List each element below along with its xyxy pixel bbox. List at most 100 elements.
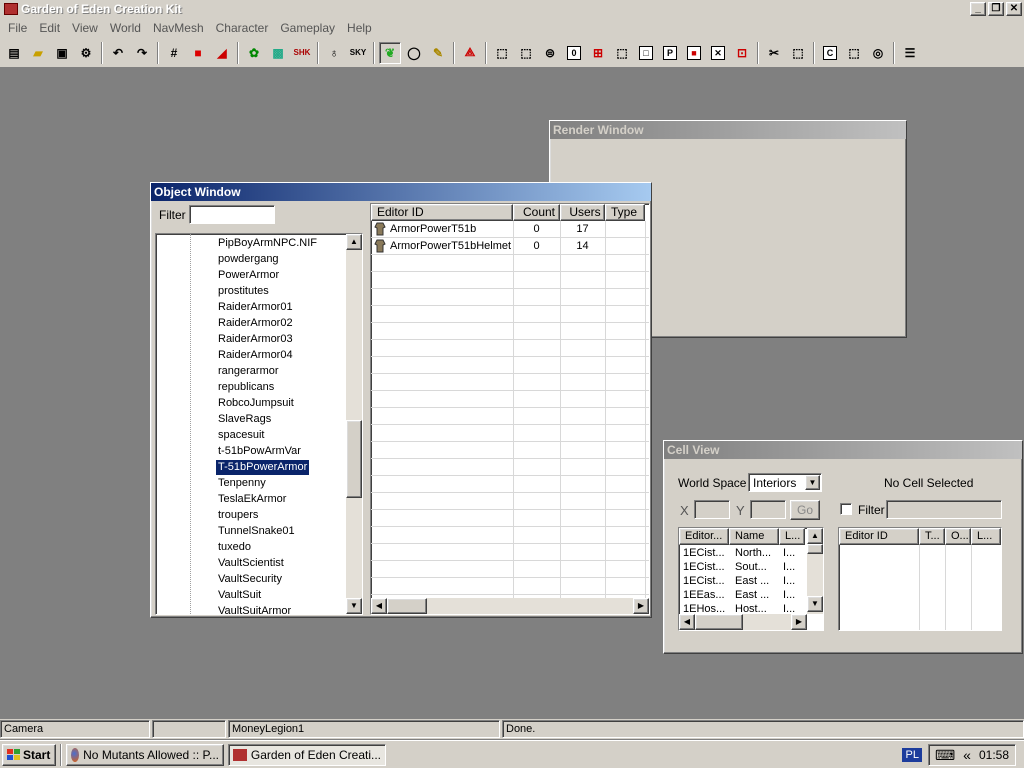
filter-checkbox[interactable] xyxy=(840,503,852,515)
preferences-icon[interactable]: ⚙ xyxy=(75,42,97,64)
menu-navmesh[interactable]: NavMesh xyxy=(147,21,210,35)
cell-list[interactable]: Editor... Name L... 1ECist... North... I..… xyxy=(678,527,824,631)
scroll-down-icon[interactable]: ▼ xyxy=(346,598,362,614)
cell-col-location[interactable]: L... xyxy=(779,528,805,545)
menu-file[interactable]: File xyxy=(2,21,33,35)
cube-gear-icon[interactable]: ⬚ xyxy=(787,42,809,64)
menu-view[interactable]: View xyxy=(66,21,104,35)
table-row[interactable]: ArmorPowerT51b 0 17 xyxy=(371,221,649,238)
minimize-button[interactable]: _ xyxy=(970,2,986,16)
snap-reference-icon[interactable]: ■ xyxy=(187,42,209,64)
tree-item[interactable]: rangerarmor xyxy=(216,364,281,379)
cell-object-list[interactable]: Editor ID T... O... L... xyxy=(838,527,1002,631)
list-icon[interactable]: ☰ xyxy=(899,42,921,64)
tree-item[interactable]: VaultSuit xyxy=(216,588,263,603)
column-type[interactable]: Type xyxy=(605,204,645,221)
tree-scroll-thumb[interactable] xyxy=(346,420,362,498)
object-tree[interactable]: PipBoyArmNPC.NIF powdergang PowerArmor pros… xyxy=(155,233,363,615)
tree-item[interactable]: prostitutes xyxy=(216,284,271,299)
tree-item[interactable]: RaiderArmor03 xyxy=(216,332,295,347)
tree-item[interactable]: VaultScientist xyxy=(216,556,286,571)
scroll-left-icon[interactable]: ◀ xyxy=(679,614,695,630)
tree-item[interactable]: VaultSecurity xyxy=(216,572,284,587)
tree-item[interactable]: republicans xyxy=(216,380,276,395)
cell-col-editor[interactable]: Editor... xyxy=(679,528,729,545)
havok-icon[interactable]: SHK xyxy=(291,42,313,64)
start-button[interactable]: Start xyxy=(2,743,56,766)
cell-hscroll-thumb[interactable] xyxy=(695,614,743,630)
speech-bubble-icon[interactable]: ◯ xyxy=(403,42,425,64)
cell-list-vscroll[interactable]: ▲ ▼ xyxy=(807,528,823,614)
scroll-right-icon[interactable]: ▶ xyxy=(633,598,649,614)
angle-snap-icon[interactable]: ◢ xyxy=(211,42,233,64)
cell-obj-col-editor-id[interactable]: Editor ID xyxy=(839,528,919,545)
sky-icon[interactable]: SKY xyxy=(347,42,369,64)
cell-list-hscroll[interactable]: ◀ ▶ xyxy=(679,614,807,630)
world-space-select[interactable]: Interiors ▼ xyxy=(748,473,822,492)
cell-row[interactable]: 1ECist... Sout... I... xyxy=(679,560,807,574)
cube-icon[interactable]: ⬚ xyxy=(491,42,513,64)
tree-item[interactable]: TunnelSnake01 xyxy=(216,524,297,539)
column-users[interactable]: Users xyxy=(560,204,605,221)
tree-item[interactable]: tuxedo xyxy=(216,540,253,555)
restore-button[interactable]: ❐ xyxy=(988,2,1004,16)
render-window-title[interactable]: Render Window xyxy=(550,121,906,139)
menu-edit[interactable]: Edit xyxy=(33,21,66,35)
cell-row[interactable]: 1EEas... East ... I... xyxy=(679,588,807,602)
go-button[interactable]: Go xyxy=(790,500,820,520)
scroll-left-icon[interactable]: ◀ xyxy=(371,598,387,614)
cell-filter-input[interactable] xyxy=(886,500,1002,519)
y-input[interactable] xyxy=(750,500,786,519)
undo-icon[interactable]: ↶ xyxy=(107,42,129,64)
cell-obj-col-type[interactable]: T... xyxy=(919,528,945,545)
scroll-up-icon[interactable]: ▲ xyxy=(807,528,823,544)
leaf-icon[interactable]: ❦ xyxy=(379,41,401,64)
scroll-down-icon[interactable]: ▼ xyxy=(807,596,823,612)
tree-item[interactable]: VaultSuitArmor xyxy=(216,604,293,614)
zero-box-icon[interactable]: 0 xyxy=(563,42,585,64)
cell-obj-col-lock[interactable]: L... xyxy=(971,528,1001,545)
cell-col-name[interactable]: Name xyxy=(729,528,779,545)
object-list[interactable]: Editor ID Count Users Type ArmorPowerT51… xyxy=(370,203,650,615)
square-box-icon[interactable]: □ xyxy=(635,42,657,64)
redo-icon[interactable]: ↷ xyxy=(131,42,153,64)
object-sound-icon[interactable]: ⊡ xyxy=(731,42,753,64)
cube-m-icon[interactable]: ⬚ xyxy=(515,42,537,64)
p-box-icon[interactable]: P xyxy=(659,42,681,64)
grid-icon[interactable]: # xyxy=(163,42,185,64)
open-folder-icon[interactable]: ▰ xyxy=(27,42,49,64)
cell-row[interactable]: 1ECist... North... I... xyxy=(679,546,807,560)
circle-icon[interactable]: ⊜ xyxy=(539,42,561,64)
menu-character[interactable]: Character xyxy=(210,21,275,35)
save-icon[interactable]: ▣ xyxy=(51,42,73,64)
x-input[interactable] xyxy=(694,500,730,519)
split-box-icon[interactable]: ⊞ xyxy=(587,42,609,64)
collapse-tray-icon[interactable]: « xyxy=(963,747,971,763)
landscape-edit-icon[interactable]: ✿ xyxy=(243,42,265,64)
list-scroll-thumb[interactable] xyxy=(387,598,427,614)
tree-item[interactable]: PipBoyArmNPC.NIF xyxy=(216,236,319,251)
x-box-icon[interactable]: ✕ xyxy=(707,42,729,64)
tree-item[interactable]: spacesuit xyxy=(216,428,266,443)
tree-item[interactable]: Tenpenny xyxy=(216,476,268,491)
target-icon[interactable]: ◎ xyxy=(867,42,889,64)
tree-item[interactable]: t-51bPowArmVar xyxy=(216,444,303,459)
navmesh-icon[interactable]: ⟁ xyxy=(459,42,481,64)
r-box-icon[interactable]: ■ xyxy=(683,42,705,64)
c-box-icon[interactable]: C xyxy=(819,42,841,64)
tree-item[interactable]: troupers xyxy=(216,508,260,523)
tree-item[interactable]: T-51bPowerArmor xyxy=(214,459,311,476)
cell-obj-col-owner[interactable]: O... xyxy=(945,528,971,545)
close-button[interactable]: ✕ xyxy=(1006,2,1022,16)
scroll-right-icon[interactable]: ▶ xyxy=(791,614,807,630)
tree-item[interactable]: SlaveRags xyxy=(216,412,273,427)
tree-item[interactable]: RaiderArmor04 xyxy=(216,348,295,363)
cube-3d-icon[interactable]: ⬚ xyxy=(843,42,865,64)
tree-item[interactable]: RaiderArmor01 xyxy=(216,300,295,315)
language-indicator[interactable]: PL xyxy=(902,748,922,762)
object-window-title[interactable]: Object Window xyxy=(151,183,651,201)
menu-gameplay[interactable]: Gameplay xyxy=(274,21,341,35)
pencil-icon[interactable]: ✎ xyxy=(427,42,449,64)
task-browser[interactable]: No Mutants Allowed :: P... xyxy=(66,743,224,766)
column-count[interactable]: Count xyxy=(513,204,560,221)
